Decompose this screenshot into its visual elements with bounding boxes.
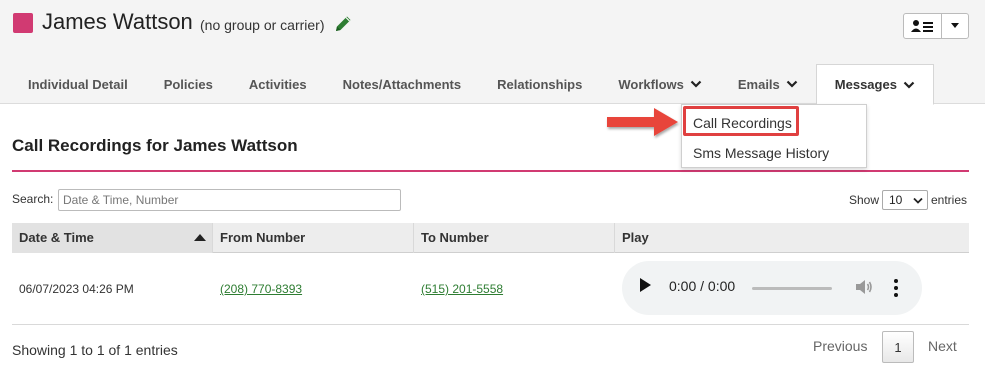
chevron-down-icon	[690, 80, 702, 88]
contact-list-button[interactable]	[904, 14, 942, 38]
pencil-icon[interactable]	[332, 13, 354, 35]
caret-down-icon	[951, 23, 959, 28]
tab-messages[interactable]: Messages	[815, 64, 934, 105]
pagination-previous[interactable]: Previous	[813, 338, 867, 354]
record-subtitle: (no group or carrier)	[200, 17, 325, 33]
show-label: Show	[849, 193, 880, 207]
from-number-link[interactable]: (208) 770-8393	[220, 282, 302, 296]
chevron-down-icon	[913, 197, 923, 204]
seek-slider[interactable]	[752, 287, 832, 290]
pagination-next[interactable]: Next	[928, 338, 957, 354]
cell-to-number: (515) 201-5558	[414, 253, 615, 325]
to-number-link[interactable]: (515) 201-5558	[421, 282, 503, 296]
record-tabs: Individual Detail Policies Activities No…	[10, 64, 934, 105]
entries-label: entries	[931, 193, 968, 207]
tab-notes-attachments[interactable]: Notes/Attachments	[325, 64, 479, 104]
search-label: Search:	[12, 192, 54, 206]
column-header-date-time[interactable]: Date & Time	[12, 223, 213, 253]
right-arrow-icon	[607, 108, 678, 136]
volume-icon[interactable]	[854, 277, 874, 297]
tab-label: Messages	[834, 77, 897, 92]
more-vert-icon[interactable]	[893, 277, 899, 299]
tab-policies[interactable]: Policies	[146, 64, 231, 104]
section-divider	[12, 170, 969, 172]
column-header-label: Play	[622, 230, 649, 245]
tab-label: Activities	[248, 76, 307, 92]
search-input[interactable]	[58, 189, 401, 211]
column-header-label: Date & Time	[19, 230, 94, 245]
tab-label: Individual Detail	[28, 76, 128, 92]
play-icon[interactable]	[640, 278, 651, 292]
column-header-label: From Number	[220, 230, 306, 245]
column-header-from-number[interactable]: From Number	[213, 223, 414, 253]
column-header-play[interactable]: Play	[615, 223, 969, 253]
tab-label: Policies	[163, 76, 213, 92]
tab-label: Relationships	[497, 76, 583, 92]
chevron-down-icon	[903, 81, 915, 89]
highlight-box	[683, 106, 799, 136]
menu-item-sms-message-history[interactable]: Sms Message History	[682, 141, 868, 165]
table-info: Showing 1 to 1 of 1 entries	[12, 342, 178, 358]
record-header: James Wattson (no group or carrier) Indi…	[0, 0, 985, 105]
audio-player: 0:00 / 0:00	[622, 261, 922, 315]
tab-label: Emails	[737, 76, 780, 92]
table-header: Date & Time From Number To Number Play	[12, 223, 969, 253]
record-color-indicator	[13, 13, 33, 33]
tab-label: Notes/Attachments	[342, 76, 462, 92]
tab-relationships[interactable]: Relationships	[479, 64, 600, 104]
pagination-page-1[interactable]: 1	[882, 331, 914, 363]
tab-activities[interactable]: Activities	[231, 64, 325, 104]
record-name: James Wattson	[42, 9, 193, 34]
cell-from-number: (208) 770-8393	[213, 253, 414, 325]
cell-date-time: 06/07/2023 04:26 PM	[19, 282, 134, 296]
contact-actions-dropdown-button[interactable]	[942, 14, 968, 38]
tab-label: Workflows	[618, 76, 684, 92]
tab-workflows[interactable]: Workflows	[600, 64, 720, 104]
column-header-label: To Number	[421, 230, 489, 245]
chevron-down-icon	[786, 80, 798, 88]
contact-list-icon	[910, 20, 933, 32]
entries-per-page-select[interactable]: 10	[882, 190, 928, 210]
entries-per-page-value: 10	[889, 193, 903, 207]
sort-asc-icon	[194, 234, 206, 241]
tab-emails[interactable]: Emails	[720, 64, 816, 104]
column-header-to-number[interactable]: To Number	[414, 223, 615, 253]
section-title: Call Recordings for James Wattson	[12, 136, 298, 155]
contact-actions-button-group	[903, 13, 969, 39]
player-time: 0:00 / 0:00	[669, 278, 736, 294]
tab-individual-detail[interactable]: Individual Detail	[10, 64, 146, 104]
